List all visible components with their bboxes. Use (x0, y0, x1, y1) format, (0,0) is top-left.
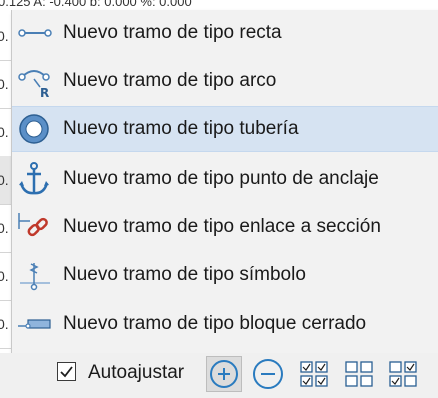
mixed-grid-icon (389, 361, 417, 387)
menu-item-label: Nuevo tramo de tipo recta (63, 22, 282, 43)
checked-grid-icon (300, 361, 328, 387)
closed-block-icon (16, 306, 52, 342)
menu-item-label: Nuevo tramo de tipo enlace a sección (63, 216, 381, 237)
background-status-text: 0.125 A: -0.400 b: 0.000 %: 0.000 (0, 0, 192, 9)
menu-item-section-link[interactable]: Nuevo tramo de tipo enlace a sección (12, 204, 438, 250)
menu-item-segment-line[interactable]: Nuevo tramo de tipo recta (12, 10, 438, 56)
checkmark-icon (60, 366, 73, 378)
empty-grid-icon (345, 361, 373, 387)
menu-item-label: Nuevo tramo de tipo símbolo (63, 264, 306, 285)
new-segment-context-menu: Nuevo tramo de tipo recta R Nuevo tramo … (11, 10, 438, 354)
minus-circle-icon (253, 359, 283, 389)
menu-item-segment-arc[interactable]: R Nuevo tramo de tipo arco (12, 58, 438, 104)
autofit-label: Autoajustar (88, 362, 185, 383)
select-all-button[interactable] (297, 356, 333, 392)
menu-item-closed-block[interactable]: Nuevo tramo de tipo bloque cerrado (12, 301, 438, 347)
anchor-icon (16, 161, 52, 197)
menu-item-label: Nuevo tramo de tipo tubería (63, 118, 299, 139)
menu-item-label: Nuevo tramo de tipo bloque cerrado (63, 313, 367, 334)
autofit-checkbox[interactable] (57, 362, 76, 381)
invert-selection-button[interactable] (386, 356, 422, 392)
deselect-all-button[interactable] (342, 356, 378, 392)
segment-line-icon (16, 15, 52, 51)
zoom-out-button[interactable] (250, 356, 286, 392)
link-icon (16, 209, 52, 245)
menu-item-anchor-point[interactable]: Nuevo tramo de tipo punto de anclaje (12, 156, 438, 202)
menu-item-label: Nuevo tramo de tipo arco (63, 70, 277, 91)
zoom-in-button[interactable] (206, 356, 242, 392)
menu-item-segment-pipe[interactable]: Nuevo tramo de tipo tubería (12, 106, 438, 152)
symbol-icon (16, 257, 52, 293)
bottom-toolbar: Autoajustar (0, 353, 438, 398)
segment-pipe-icon (16, 111, 52, 147)
plus-circle-icon (210, 360, 238, 388)
menu-item-label: Nuevo tramo de tipo punto de anclaje (63, 168, 379, 189)
segment-arc-icon: R (16, 63, 52, 100)
menu-item-symbol[interactable]: Nuevo tramo de tipo símbolo (12, 252, 438, 298)
svg-text:R: R (40, 86, 49, 99)
